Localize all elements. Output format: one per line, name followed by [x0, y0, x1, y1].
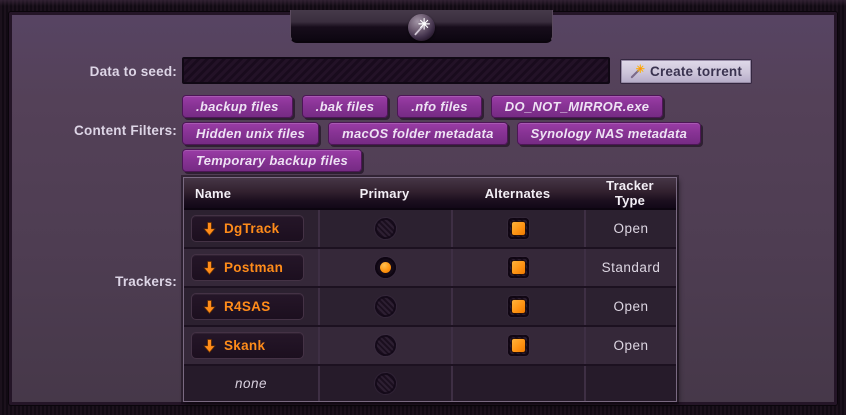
- tracker-type-value: Open: [613, 338, 648, 353]
- tracker-name-cell: DgTrack: [184, 210, 318, 247]
- tracker-link-postman[interactable]: Postman: [191, 254, 304, 281]
- tracker-type-value: Standard: [602, 260, 661, 275]
- chip-row: Temporary backup files: [182, 149, 701, 172]
- content-filters-label: Content Filters:: [0, 123, 177, 138]
- primary-cell: [318, 288, 451, 325]
- tracker-type-cell: Standard: [584, 249, 676, 286]
- alternates-cell: [451, 327, 584, 364]
- alternates-cell: [451, 249, 584, 286]
- trackers-table-header: Name Primary Alternates Tracker Type: [184, 178, 676, 210]
- tracker-name-cell: Postman: [184, 249, 318, 286]
- tracker-row: Skank Open: [184, 325, 676, 364]
- tracker-type-cell: Open: [584, 210, 676, 247]
- tracker-link-r4sas[interactable]: R4SAS: [191, 293, 304, 320]
- primary-radio[interactable]: [375, 335, 396, 356]
- create-torrent-label: Create torrent: [650, 64, 742, 79]
- tracker-name: Skank: [224, 338, 265, 353]
- alternates-cell: [451, 366, 584, 401]
- tracker-link-skank[interactable]: Skank: [191, 332, 304, 359]
- primary-cell: [318, 249, 451, 286]
- trackers-table: Name Primary Alternates Tracker Type DgT…: [183, 177, 677, 402]
- alternates-checkbox[interactable]: [508, 218, 529, 239]
- create-torrent-button[interactable]: Create torrent: [620, 59, 752, 84]
- tracker-name: Postman: [224, 260, 283, 275]
- content-filter-chip[interactable]: Hidden unix files: [182, 122, 319, 145]
- alternates-cell: [451, 210, 584, 247]
- wand-sparkle-icon: [411, 16, 432, 37]
- tracker-type-cell: Open: [584, 327, 676, 364]
- tracker-row: none: [184, 364, 676, 401]
- primary-radio[interactable]: [375, 373, 396, 394]
- download-arrow-icon: [203, 300, 216, 314]
- tracker-type-value: Open: [613, 299, 648, 314]
- magic-wand-icon: [630, 64, 645, 79]
- tracker-row: R4SAS Open: [184, 286, 676, 325]
- content-filter-chip[interactable]: .backup files: [182, 95, 293, 118]
- content-filter-chip[interactable]: .nfo files: [397, 95, 481, 118]
- chip-row: .backup files .bak files .nfo files DO_NOT_…: [182, 95, 701, 118]
- tracker-link-dgtrack[interactable]: DgTrack: [191, 215, 304, 242]
- header-name: Name: [184, 186, 318, 201]
- trackers-table-body: DgTrackOpenPostmanStandardR4SASOpenSkank…: [184, 210, 676, 401]
- primary-radio[interactable]: [375, 257, 396, 278]
- tracker-row: Postman Standard: [184, 247, 676, 286]
- primary-cell: [318, 327, 451, 364]
- primary-radio[interactable]: [375, 218, 396, 239]
- tracker-name: DgTrack: [224, 221, 279, 236]
- chip-row: Hidden unix files macOS folder metadata Sy…: [182, 122, 701, 145]
- alternates-checkbox[interactable]: [508, 335, 529, 356]
- primary-cell: [318, 210, 451, 247]
- tracker-row: DgTrack Open: [184, 210, 676, 247]
- tracker-name-cell: none: [184, 366, 318, 401]
- data-to-seed-label: Data to seed:: [0, 64, 177, 79]
- download-arrow-icon: [203, 339, 216, 353]
- download-arrow-icon: [203, 222, 216, 236]
- content-filter-chip[interactable]: Synology NAS metadata: [517, 122, 702, 145]
- snark-toolbar: [290, 10, 553, 43]
- content-filter-chips: .backup files .bak files .nfo files DO_NOT_…: [182, 95, 701, 176]
- tracker-type-cell: Open: [584, 288, 676, 325]
- tracker-none-label: none: [184, 376, 318, 391]
- alternates-checkbox[interactable]: [508, 257, 529, 278]
- header-alternates: Alternates: [451, 186, 584, 201]
- magic-wand-sphere-icon[interactable]: [408, 14, 435, 41]
- tracker-name-cell: Skank: [184, 327, 318, 364]
- primary-cell: [318, 366, 451, 401]
- data-to-seed-input[interactable]: [182, 57, 610, 84]
- tracker-name-cell: R4SAS: [184, 288, 318, 325]
- tracker-type-value: Open: [613, 221, 648, 236]
- header-tracker-type: Tracker Type: [584, 178, 676, 208]
- download-arrow-icon: [203, 261, 216, 275]
- header-primary: Primary: [318, 186, 451, 201]
- alternates-cell: [451, 288, 584, 325]
- content-filter-chip[interactable]: macOS folder metadata: [328, 122, 508, 145]
- content-filter-chip[interactable]: .bak files: [302, 95, 389, 118]
- tracker-type-cell: [584, 366, 676, 401]
- content-filter-chip[interactable]: DO_NOT_MIRROR.exe: [491, 95, 664, 118]
- content-filter-chip[interactable]: Temporary backup files: [182, 149, 362, 172]
- tracker-name: R4SAS: [224, 299, 271, 314]
- primary-radio[interactable]: [375, 296, 396, 317]
- alternates-checkbox[interactable]: [508, 296, 529, 317]
- trackers-label: Trackers:: [0, 274, 177, 289]
